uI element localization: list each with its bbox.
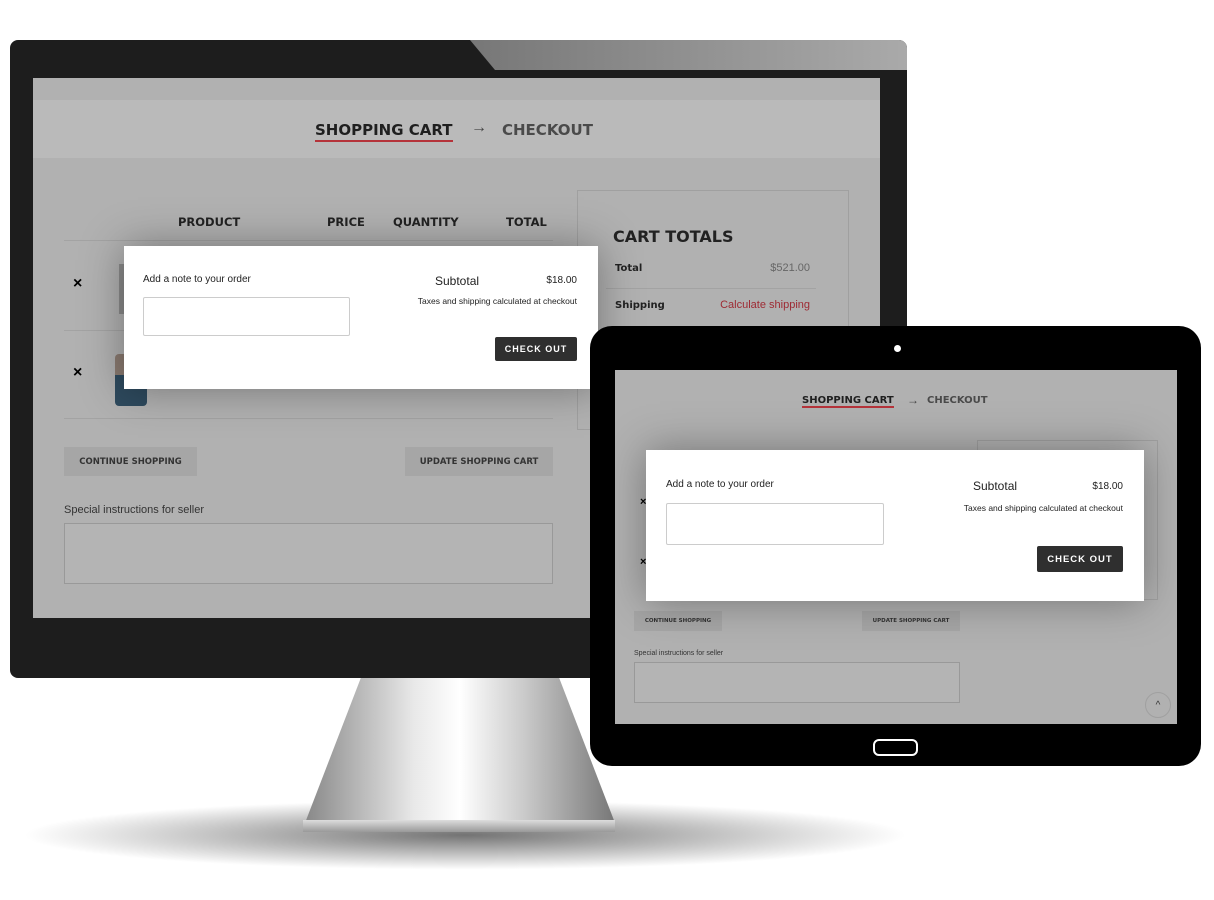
calculate-shipping-link[interactable]: Calculate shipping [720,299,810,311]
monitor-stand-base [303,820,615,832]
cart-popup: Add a note to your order Subtotal $18.00… [646,450,1144,601]
order-note-label: Add a note to your order [666,479,774,490]
col-product: PRODUCT [178,215,241,229]
step-arrow-icon: → [907,393,919,407]
step-arrow-icon: → [471,119,487,136]
step-shopping-cart[interactable]: SHOPPING CART [802,395,894,408]
check-out-button[interactable]: CHECK OUT [1037,546,1123,572]
update-cart-button[interactable]: UPDATE SHOPPING CART [862,611,960,631]
divider [606,288,816,289]
subtotal-label: Subtotal [973,479,1018,493]
special-instructions-label: Special instructions for seller [64,504,205,516]
scroll-to-top-icon[interactable]: ^ [1145,692,1171,718]
col-price: PRICE [327,215,365,229]
special-instructions-label: Special instructions for seller [634,650,724,657]
cart-popup: Add a note to your order Subtotal $18.00… [124,246,598,389]
order-note-textarea[interactable] [666,503,884,545]
header-band [33,100,880,158]
subtotal-value: $18.00 [1092,481,1123,492]
col-total: TOTAL [506,215,547,229]
remove-item-icon[interactable]: × [73,364,82,382]
col-quantity: QUANTITY [393,215,459,229]
check-out-button[interactable]: CHECK OUT [495,337,577,361]
order-note-textarea[interactable] [143,297,350,336]
subtotal-label: Subtotal [435,274,480,288]
taxes-note: Taxes and shipping calculated at checkou… [963,503,1123,513]
update-cart-button[interactable]: UPDATE SHOPPING CART [405,447,553,476]
cart-totals-title: CART TOTALS [613,227,734,246]
continue-shopping-button[interactable]: CONTINUE SHOPPING [634,611,722,631]
divider [64,418,553,419]
subtotal-value: $18.00 [546,275,577,286]
step-shopping-cart[interactable]: SHOPPING CART [315,121,453,142]
continue-shopping-button[interactable]: CONTINUE SHOPPING [64,447,197,476]
bezel-glare [470,40,907,70]
shipping-label: Shipping [615,300,665,311]
taxes-note: Taxes and shipping calculated at checkou… [417,296,577,306]
home-button[interactable] [873,739,918,756]
total-label: Total [615,263,643,274]
step-checkout[interactable]: CHECKOUT [927,395,988,406]
order-note-label: Add a note to your order [143,274,251,285]
camera-icon [894,345,901,352]
step-checkout[interactable]: CHECKOUT [502,121,593,139]
remove-item-icon[interactable]: × [73,275,82,293]
divider [64,240,553,241]
special-instructions-textarea[interactable] [64,523,553,584]
total-value: $521.00 [770,262,810,274]
special-instructions-textarea[interactable] [634,662,960,703]
monitor-stand [305,678,615,823]
